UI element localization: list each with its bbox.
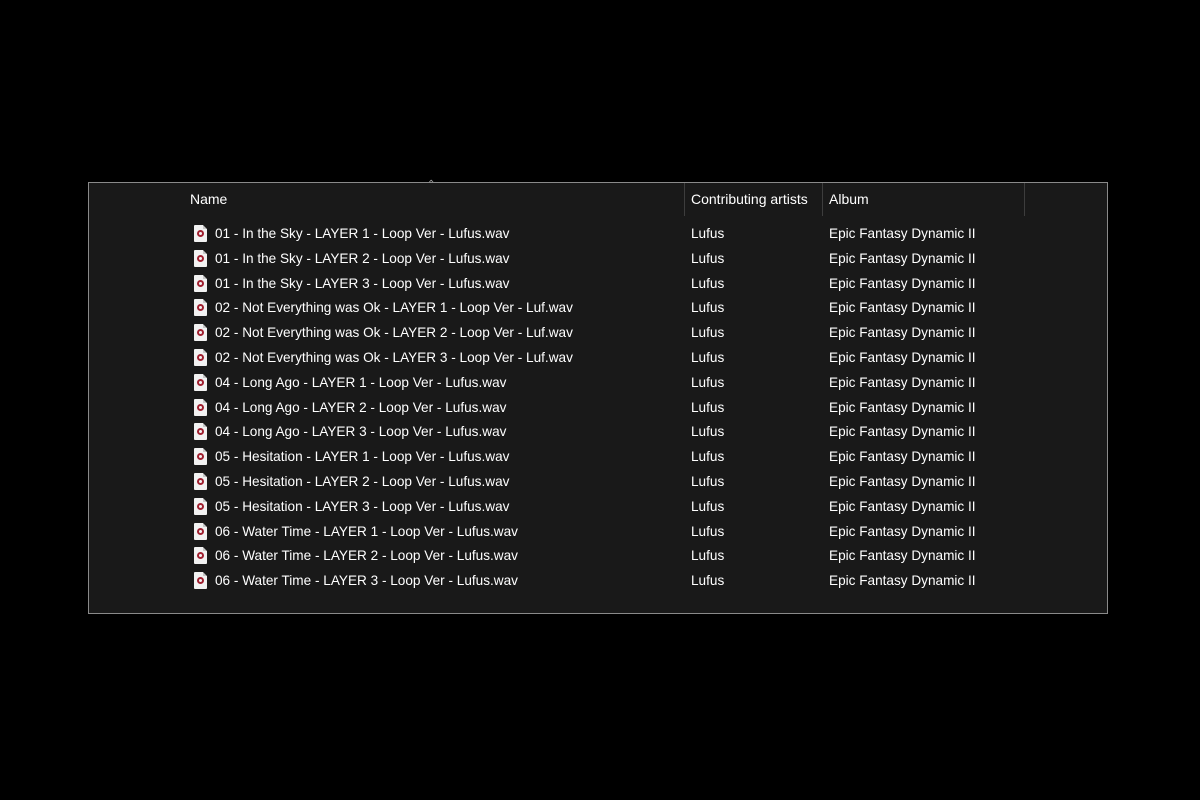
file-name: 02 - Not Everything was Ok - LAYER 2 - L… <box>215 325 573 341</box>
column-header-contributing-artists[interactable]: Contributing artists <box>684 183 822 216</box>
file-name: 06 - Water Time - LAYER 3 - Loop Ver - L… <box>215 573 518 589</box>
file-album: Epic Fantasy Dynamic II <box>829 449 976 465</box>
file-artist: Lufus <box>691 498 725 514</box>
file-list-pane: ⌃ Name Contributing artists Album 01 - I… <box>88 180 1108 614</box>
file-name: 05 - Hesitation - LAYER 3 - Loop Ver - L… <box>215 498 510 514</box>
file-row[interactable]: 04 - Long Ago - LAYER 3 - Loop Ver - Luf… <box>89 420 1107 444</box>
file-name: 02 - Not Everything was Ok - LAYER 1 - L… <box>215 300 573 316</box>
audio-file-icon <box>194 373 207 391</box>
audio-file-icon <box>194 547 207 565</box>
audio-file-icon <box>194 349 207 366</box>
audio-file-icon <box>194 324 207 342</box>
audio-file-icon <box>194 274 207 292</box>
audio-file-icon <box>194 448 207 466</box>
file-artist: Lufus <box>691 399 725 415</box>
file-album: Epic Fantasy Dynamic II <box>829 275 976 291</box>
file-album: Epic Fantasy Dynamic II <box>829 474 976 489</box>
file-row[interactable]: 04 - Long Ago - LAYER 1 - Loop Ver - Luf… <box>89 371 1107 395</box>
file-row[interactable]: 05 - Hesitation - LAYER 2 - Loop Ver - L… <box>89 470 1107 494</box>
file-name: 04 - Long Ago - LAYER 1 - Loop Ver - Luf… <box>215 374 507 390</box>
audio-file-icon <box>194 522 207 540</box>
file-artist: Lufus <box>691 374 725 390</box>
file-name: 01 - In the Sky - LAYER 3 - Loop Ver - L… <box>215 275 510 291</box>
audio-file-icon <box>194 497 207 515</box>
audio-file-icon <box>194 423 207 441</box>
file-artist: Lufus <box>691 325 725 341</box>
file-row[interactable]: 02 - Not Everything was Ok - LAYER 2 - L… <box>89 321 1107 345</box>
file-name: 01 - In the Sky - LAYER 1 - Loop Ver - L… <box>215 226 510 241</box>
file-album: Epic Fantasy Dynamic II <box>829 424 976 440</box>
file-name: 06 - Water Time - LAYER 2 - Loop Ver - L… <box>215 548 518 564</box>
audio-file-icon <box>194 299 207 317</box>
audio-file-icon <box>194 473 207 490</box>
file-artist: Lufus <box>691 424 725 440</box>
column-header-album[interactable]: Album <box>822 183 1024 216</box>
file-row[interactable]: 05 - Hesitation - LAYER 3 - Loop Ver - L… <box>89 495 1107 519</box>
file-row[interactable]: 01 - In the Sky - LAYER 1 - Loop Ver - L… <box>89 222 1107 246</box>
file-album: Epic Fantasy Dynamic II <box>829 498 976 514</box>
file-artist: Lufus <box>691 449 725 465</box>
file-row[interactable]: 06 - Water Time - LAYER 1 - Loop Ver - L… <box>89 520 1107 544</box>
file-row[interactable]: 06 - Water Time - LAYER 2 - Loop Ver - L… <box>89 544 1107 568</box>
file-row[interactable]: 06 - Water Time - LAYER 3 - Loop Ver - L… <box>89 569 1107 593</box>
file-row[interactable]: 02 - Not Everything was Ok - LAYER 3 - L… <box>89 346 1107 370</box>
file-row[interactable]: 01 - In the Sky - LAYER 2 - Loop Ver - L… <box>89 247 1107 271</box>
file-album: Epic Fantasy Dynamic II <box>829 523 976 539</box>
audio-file-icon <box>194 249 207 267</box>
column-header-row: ⌃ Name Contributing artists Album <box>89 180 1107 216</box>
file-album: Epic Fantasy Dynamic II <box>829 399 976 415</box>
file-artist: Lufus <box>691 573 725 589</box>
file-artist: Lufus <box>691 474 725 489</box>
file-row[interactable]: 01 - In the Sky - LAYER 3 - Loop Ver - L… <box>89 272 1107 296</box>
file-name: 05 - Hesitation - LAYER 1 - Loop Ver - L… <box>215 449 510 465</box>
file-artist: Lufus <box>691 300 725 316</box>
file-name: 06 - Water Time - LAYER 1 - Loop Ver - L… <box>215 523 518 539</box>
file-album: Epic Fantasy Dynamic II <box>829 548 976 564</box>
file-album: Epic Fantasy Dynamic II <box>829 300 976 316</box>
file-artist: Lufus <box>691 275 725 291</box>
file-name: 04 - Long Ago - LAYER 3 - Loop Ver - Luf… <box>215 424 507 440</box>
file-album: Epic Fantasy Dynamic II <box>829 374 976 390</box>
file-artist: Lufus <box>691 523 725 539</box>
file-name: 05 - Hesitation - LAYER 2 - Loop Ver - L… <box>215 474 510 489</box>
file-album: Epic Fantasy Dynamic II <box>829 325 976 341</box>
file-album: Epic Fantasy Dynamic II <box>829 573 976 589</box>
column-divider[interactable] <box>1024 183 1025 216</box>
file-name: 04 - Long Ago - LAYER 2 - Loop Ver - Luf… <box>215 399 507 415</box>
file-row[interactable]: 02 - Not Everything was Ok - LAYER 1 - L… <box>89 296 1107 320</box>
file-row[interactable]: 04 - Long Ago - LAYER 2 - Loop Ver - Luf… <box>89 396 1107 420</box>
file-album: Epic Fantasy Dynamic II <box>829 250 976 266</box>
file-artist: Lufus <box>691 350 725 365</box>
audio-file-icon <box>194 572 207 590</box>
column-header-name[interactable]: Name <box>184 183 684 216</box>
file-album: Epic Fantasy Dynamic II <box>829 350 976 365</box>
file-artist: Lufus <box>691 226 725 241</box>
file-artist: Lufus <box>691 250 725 266</box>
file-row[interactable]: 05 - Hesitation - LAYER 1 - Loop Ver - L… <box>89 445 1107 469</box>
audio-file-icon <box>194 225 207 242</box>
audio-file-icon <box>194 398 207 416</box>
file-album: Epic Fantasy Dynamic II <box>829 226 976 241</box>
file-name: 02 - Not Everything was Ok - LAYER 3 - L… <box>215 350 573 365</box>
file-artist: Lufus <box>691 548 725 564</box>
file-name: 01 - In the Sky - LAYER 2 - Loop Ver - L… <box>215 250 510 266</box>
